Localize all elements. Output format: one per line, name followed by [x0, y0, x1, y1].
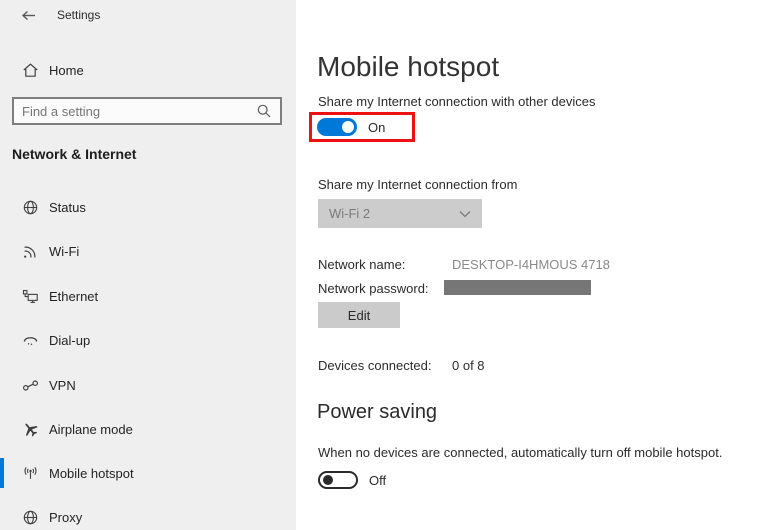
sidebar-item-label: Airplane mode — [49, 422, 133, 437]
sidebar-item-label: VPN — [49, 378, 76, 393]
toggle-knob — [323, 475, 333, 485]
window-title: Settings — [57, 8, 100, 22]
devices-connected-label: Devices connected: — [318, 358, 431, 373]
selected-indicator — [0, 458, 4, 488]
sidebar-item-vpn[interactable]: VPN — [0, 370, 296, 400]
network-password-hidden-value — [444, 280, 591, 295]
back-button[interactable] — [20, 7, 40, 25]
devices-connected-value: 0 of 8 — [452, 358, 485, 373]
attention-highlight-box: On — [309, 112, 415, 142]
airplane-icon — [22, 421, 39, 438]
power-saving-description: When no devices are connected, automatic… — [318, 445, 722, 460]
search-icon[interactable] — [256, 103, 272, 119]
sidebar-item-label: Ethernet — [49, 289, 98, 304]
sidebar-item-label: Status — [49, 200, 86, 215]
dialup-icon — [22, 332, 39, 349]
sidebar: Settings Home Network & Internet — [0, 0, 296, 530]
toggle-state-label: On — [368, 120, 385, 135]
share-internet-toggle[interactable] — [317, 118, 357, 136]
sidebar-item-label: Mobile hotspot — [49, 466, 134, 481]
toggle-knob — [342, 121, 354, 133]
power-saving-toggle[interactable] — [318, 471, 358, 489]
vpn-icon — [22, 377, 39, 394]
settings-window: Settings Home Network & Internet — [0, 0, 768, 530]
sidebar-item-label: Dial-up — [49, 333, 90, 348]
page-title: Mobile hotspot — [317, 51, 499, 83]
sidebar-item-status[interactable]: Status — [0, 192, 296, 222]
hotspot-icon — [22, 465, 39, 482]
search-input[interactable] — [14, 104, 256, 119]
sidebar-item-airplane-mode[interactable]: Airplane mode — [0, 414, 296, 444]
ethernet-icon — [22, 288, 39, 305]
power-saving-title: Power saving — [317, 401, 437, 424]
search-box — [12, 97, 282, 125]
status-globe-icon — [22, 199, 39, 216]
share-toggle-label: Share my Internet connection with other … — [318, 94, 595, 109]
sidebar-item-label: Wi-Fi — [49, 244, 79, 259]
edit-button[interactable]: Edit — [318, 302, 400, 328]
sidebar-item-dialup[interactable]: Dial-up — [0, 325, 296, 355]
share-from-label: Share my Internet connection from — [318, 177, 517, 192]
sidebar-item-label: Home — [49, 63, 84, 78]
home-icon — [22, 62, 39, 79]
category-title: Network & Internet — [12, 146, 136, 162]
sidebar-item-ethernet[interactable]: Ethernet — [0, 281, 296, 311]
network-name-label: Network name: — [318, 257, 405, 272]
network-password-label: Network password: — [318, 281, 429, 296]
sidebar-item-mobile-hotspot[interactable]: Mobile hotspot — [0, 458, 296, 488]
chevron-down-icon — [459, 210, 471, 218]
proxy-globe-icon — [22, 509, 39, 526]
sidebar-item-home[interactable]: Home — [0, 55, 296, 85]
sidebar-item-label: Proxy — [49, 510, 82, 525]
network-name-value: DESKTOP-I4HMOUS 4718 — [452, 257, 610, 272]
sidebar-item-proxy[interactable]: Proxy — [0, 502, 296, 530]
sidebar-item-wifi[interactable]: Wi-Fi — [0, 236, 296, 266]
toggle-state-label: Off — [369, 473, 386, 488]
wifi-icon — [22, 243, 39, 260]
back-arrow-icon — [20, 7, 40, 24]
share-from-dropdown[interactable]: Wi-Fi 2 — [318, 199, 482, 228]
power-saving-toggle-row: Off — [318, 471, 386, 489]
dropdown-selected-value: Wi-Fi 2 — [329, 206, 370, 221]
